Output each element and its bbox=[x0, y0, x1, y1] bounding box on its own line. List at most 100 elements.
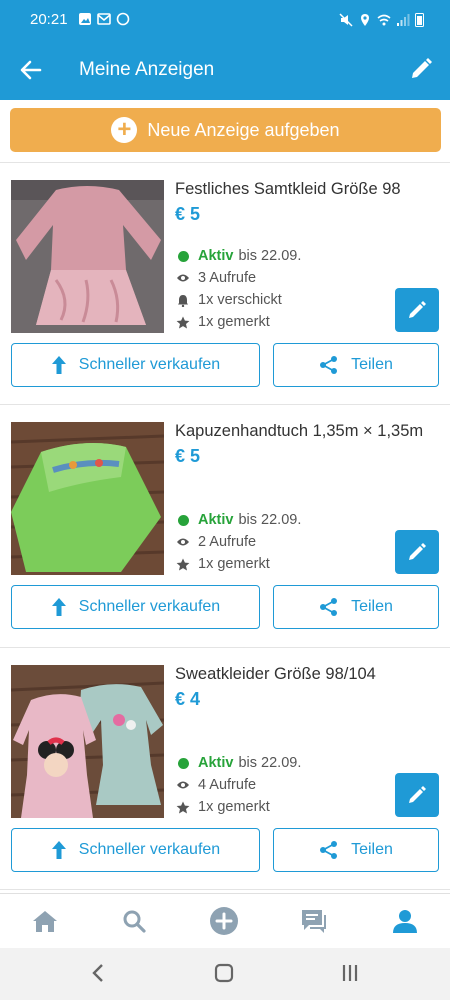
sell-faster-button[interactable]: Schneller verkaufen bbox=[11, 585, 260, 629]
nav-add[interactable] bbox=[209, 906, 239, 936]
ad-status: Aktiv bis 22.09. bbox=[175, 755, 301, 771]
plus-icon: + bbox=[111, 117, 138, 143]
app-bar: Meine Anzeigen bbox=[0, 40, 450, 100]
ad-saved: 1x gemerkt bbox=[175, 556, 270, 572]
new-ad-label: Neue Anzeige aufgeben bbox=[147, 119, 340, 140]
ad-price: € 5 bbox=[175, 204, 201, 224]
status-until: bis 22.09. bbox=[238, 512, 302, 528]
divider bbox=[0, 889, 450, 890]
status-label: Aktiv bbox=[198, 512, 234, 528]
wifi-icon bbox=[377, 14, 391, 25]
sell-faster-button[interactable]: Schneller verkaufen bbox=[11, 343, 260, 387]
ad-status: Aktiv bis 22.09. bbox=[175, 248, 301, 264]
share-button[interactable]: Teilen bbox=[273, 585, 439, 629]
star-icon bbox=[176, 316, 190, 328]
active-dot-icon bbox=[177, 250, 189, 262]
edit-ad-button[interactable] bbox=[395, 773, 439, 817]
edit-pencil-icon[interactable] bbox=[408, 56, 434, 82]
share-button[interactable]: Teilen bbox=[273, 828, 439, 872]
ad-price: € 4 bbox=[175, 689, 201, 709]
share-icon bbox=[320, 598, 338, 616]
share-icon bbox=[320, 841, 338, 859]
ad-sent: 1x verschickt bbox=[175, 292, 282, 308]
arrow-up-icon bbox=[51, 356, 66, 374]
status-bar: 20:21 bbox=[0, 0, 450, 40]
add-icon bbox=[210, 907, 238, 935]
ad-views: 4 Aufrufe bbox=[175, 777, 256, 793]
arrow-up-icon bbox=[51, 841, 66, 859]
status-time: 20:21 bbox=[30, 11, 68, 28]
sent-text: 1x verschickt bbox=[198, 292, 282, 308]
views-text: 2 Aufrufe bbox=[198, 534, 257, 550]
location-icon bbox=[361, 13, 369, 26]
signal-icon bbox=[397, 13, 410, 26]
edit-ad-button[interactable] bbox=[395, 530, 439, 574]
ad-image-hooded-towel[interactable] bbox=[11, 422, 164, 575]
saved-text: 1x gemerkt bbox=[198, 314, 270, 330]
ad-views: 3 Aufrufe bbox=[175, 270, 256, 286]
sell-faster-label: Schneller verkaufen bbox=[78, 356, 221, 373]
bottom-navigation bbox=[0, 893, 450, 948]
status-label: Aktiv bbox=[198, 755, 234, 771]
share-button[interactable]: Teilen bbox=[273, 343, 439, 387]
mute-icon bbox=[339, 12, 353, 27]
ad-status: Aktiv bis 22.09. bbox=[175, 512, 301, 528]
pencil-icon bbox=[409, 543, 426, 560]
ad-image-sweat-dresses[interactable] bbox=[11, 665, 164, 818]
system-home-icon[interactable] bbox=[214, 962, 234, 984]
nav-messages[interactable] bbox=[299, 906, 329, 936]
bell-icon bbox=[178, 294, 188, 307]
saved-text: 1x gemerkt bbox=[198, 556, 270, 572]
ad-saved: 1x gemerkt bbox=[175, 314, 270, 330]
system-recents-icon[interactable] bbox=[341, 962, 359, 984]
home-icon bbox=[33, 911, 57, 932]
battery-icon bbox=[415, 13, 424, 27]
star-icon bbox=[176, 558, 190, 570]
mail-notification-icon bbox=[97, 13, 111, 25]
search-icon bbox=[123, 910, 146, 933]
sell-faster-button[interactable]: Schneller verkaufen bbox=[11, 828, 260, 872]
ad-listing: Sweatkleider Größe 98/104 € 4 Aktiv bis … bbox=[0, 647, 450, 890]
ad-saved: 1x gemerkt bbox=[175, 799, 270, 815]
share-icon bbox=[320, 356, 338, 374]
star-icon bbox=[176, 801, 190, 813]
eye-icon bbox=[177, 274, 189, 282]
ad-price: € 5 bbox=[175, 446, 201, 466]
ad-title[interactable]: Sweatkleider Größe 98/104 bbox=[175, 665, 376, 684]
pencil-icon bbox=[409, 786, 426, 803]
system-navigation-bar bbox=[0, 948, 450, 1000]
sell-faster-label: Schneller verkaufen bbox=[78, 841, 221, 858]
ad-image-velvet-dress[interactable] bbox=[11, 180, 164, 333]
views-text: 3 Aufrufe bbox=[198, 270, 257, 286]
nav-home[interactable] bbox=[30, 906, 60, 936]
ad-views: 2 Aufrufe bbox=[175, 534, 256, 550]
eye-icon bbox=[177, 781, 189, 789]
pencil-icon bbox=[409, 301, 426, 318]
back-arrow-icon[interactable] bbox=[18, 57, 44, 83]
share-label: Teilen bbox=[351, 356, 393, 373]
ad-title[interactable]: Festliches Samtkleid Größe 98 bbox=[175, 180, 401, 199]
gallery-notification-icon bbox=[79, 13, 91, 25]
ad-listing: Festliches Samtkleid Größe 98 € 5 Aktiv … bbox=[0, 162, 450, 405]
status-until: bis 22.09. bbox=[238, 755, 302, 771]
nav-profile[interactable] bbox=[390, 906, 420, 936]
status-until: bis 22.09. bbox=[238, 248, 302, 264]
eye-icon bbox=[177, 538, 189, 546]
profile-icon bbox=[393, 910, 417, 933]
whatsapp-notification-icon bbox=[116, 12, 130, 26]
share-label: Teilen bbox=[351, 841, 393, 858]
arrow-up-icon bbox=[51, 598, 66, 616]
messages-icon bbox=[302, 910, 326, 933]
status-label: Aktiv bbox=[198, 248, 234, 264]
edit-ad-button[interactable] bbox=[395, 288, 439, 332]
ad-title[interactable]: Kapuzenhandtuch 1,35m × 1,35m bbox=[175, 422, 423, 441]
views-text: 4 Aufrufe bbox=[198, 777, 257, 793]
page-title: Meine Anzeigen bbox=[79, 59, 215, 80]
system-back-icon[interactable] bbox=[90, 962, 106, 984]
active-dot-icon bbox=[177, 757, 189, 769]
ad-listing: Kapuzenhandtuch 1,35m × 1,35m € 5 Aktiv … bbox=[0, 404, 450, 647]
share-label: Teilen bbox=[351, 598, 393, 615]
sell-faster-label: Schneller verkaufen bbox=[78, 598, 221, 615]
nav-search[interactable] bbox=[119, 906, 149, 936]
new-ad-button[interactable]: + Neue Anzeige aufgeben bbox=[10, 108, 441, 152]
